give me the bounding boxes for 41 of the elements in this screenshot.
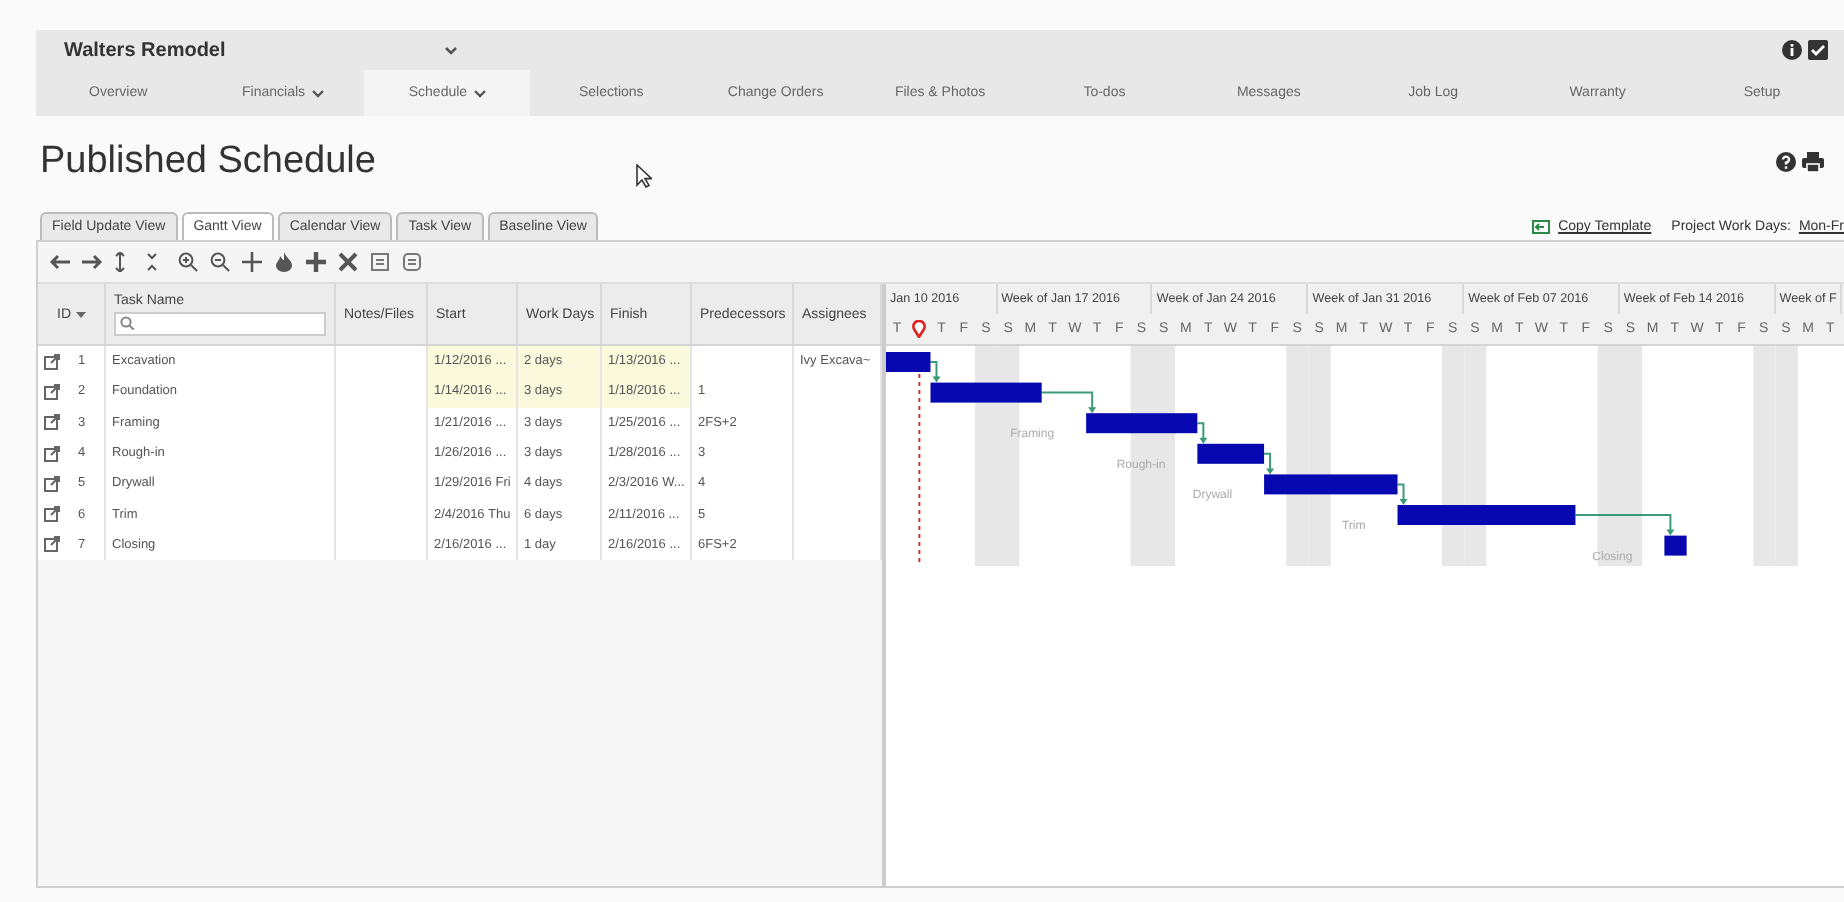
open-task-icon[interactable] (44, 445, 60, 462)
dependency-arrow (1196, 422, 1208, 444)
page-title: Published Schedule (40, 140, 376, 184)
flame-icon[interactable] (274, 252, 294, 272)
open-task-icon[interactable] (44, 475, 60, 492)
dependency-arrow (1263, 452, 1275, 475)
copy-template-icon[interactable] (1532, 220, 1551, 234)
open-task-icon[interactable] (44, 536, 60, 553)
zoom-in-icon[interactable] (178, 252, 198, 272)
indent-icon[interactable] (370, 252, 390, 272)
help-icon[interactable] (1776, 152, 1796, 172)
dependency-arrow (1574, 514, 1675, 536)
sort-icon[interactable] (75, 311, 85, 317)
move-icon[interactable] (242, 252, 262, 272)
open-task-icon[interactable] (44, 414, 60, 431)
task-bar[interactable] (1197, 443, 1265, 464)
print-icon[interactable] (1802, 152, 1824, 172)
info-icon[interactable] (1782, 40, 1802, 60)
search-icon (120, 316, 134, 330)
checkbox-icon[interactable] (1808, 40, 1828, 60)
cursor-icon (636, 164, 652, 188)
today-marker-icon (912, 320, 927, 338)
search-field[interactable] (114, 311, 326, 335)
task-bar[interactable] (1264, 474, 1398, 495)
outdent-icon[interactable] (402, 252, 422, 272)
add-icon[interactable] (306, 252, 326, 272)
dependency-arrow (1040, 391, 1097, 414)
arrow-right-icon[interactable] (82, 252, 102, 272)
dependency-arrow (929, 361, 941, 383)
dropdown-caret-icon[interactable] (444, 45, 458, 55)
open-task-icon[interactable] (44, 383, 60, 400)
open-task-icon[interactable] (44, 353, 60, 370)
dependency-arrow (1396, 483, 1408, 505)
open-task-icon[interactable] (44, 506, 60, 523)
task-bar[interactable] (1664, 535, 1687, 556)
arrow-left-icon[interactable] (50, 252, 70, 272)
project-name: Walters Remodel (64, 39, 228, 61)
task-bar[interactable] (930, 382, 1042, 403)
zoom-out-icon[interactable] (210, 252, 230, 272)
task-bar[interactable] (1086, 413, 1198, 434)
delete-icon[interactable] (338, 252, 358, 272)
